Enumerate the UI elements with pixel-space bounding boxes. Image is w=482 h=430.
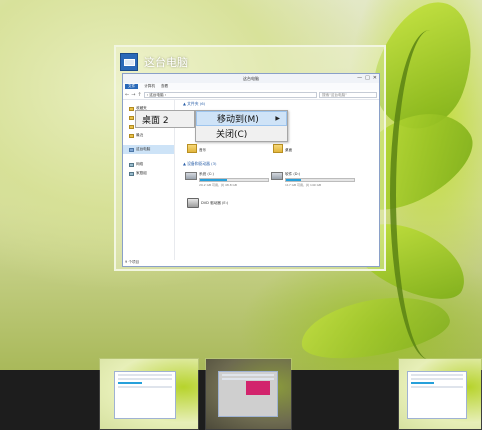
submenu-arrow-icon: ▶ xyxy=(275,115,280,122)
drive-c: 系统 (C:) 29.2 GB 可用，共 48.8 GB xyxy=(185,172,269,187)
folder-icon xyxy=(273,144,283,153)
explorer-titlebar: 这台电脑 — □ ✕ xyxy=(123,74,379,83)
drive-d-name: 软件 (D:) xyxy=(285,172,301,176)
minimize-icon: — xyxy=(357,75,363,81)
drive-c-free: 29.2 GB 可用，共 48.8 GB xyxy=(199,183,237,187)
explorer-title: 这台电脑 xyxy=(243,75,259,81)
up-arrow-icon: ↑ xyxy=(137,91,142,98)
folder-icon xyxy=(187,144,197,153)
tab-file: 文件 xyxy=(125,84,139,89)
wallpaper-stem xyxy=(390,30,470,360)
folder-icon xyxy=(129,124,134,129)
status-bar: 9 个项目 xyxy=(125,260,140,264)
drive-d-usage-bar xyxy=(285,178,355,182)
desktop-thumbnail-1[interactable] xyxy=(99,358,199,430)
computer-icon xyxy=(120,53,138,71)
nav-item-this-pc: 这台电脑 xyxy=(123,145,174,154)
desktop-2-label: 桌面 2 xyxy=(142,115,169,126)
task-switcher-window[interactable]: 这台电脑 这台电脑 — □ ✕ 文件 计算机 查看 ← → ↑ › 这台电脑 ›… xyxy=(114,45,386,271)
tab-computer: 计算机 xyxy=(144,84,155,88)
dvd-drive-label: DVD 驱动器 (E:) xyxy=(201,201,229,205)
devices-section-title: ▲ 设备和驱动器 (3) xyxy=(183,161,217,166)
context-menu: 移动到(M) ▶ 关闭(C) xyxy=(195,110,288,142)
folder-label-desktop: 桌面 xyxy=(285,148,293,152)
folders-section-title: ▲ 文件夹 (6) xyxy=(183,101,206,106)
drive-d: 软件 (D:) 117 GB 可用，共 149 GB xyxy=(271,172,355,187)
star-icon xyxy=(129,106,134,111)
desktop-thumbnail-3[interactable] xyxy=(398,358,482,430)
maximize-icon: □ xyxy=(365,75,370,81)
tab-view: 查看 xyxy=(160,84,169,88)
computer-icon xyxy=(129,147,134,152)
drive-d-free: 117 GB 可用，共 149 GB xyxy=(285,183,322,187)
drive-dvd: DVD 驱动器 (E:) xyxy=(187,198,228,208)
explorer-window-thumbnail: 这台电脑 — □ ✕ 文件 计算机 查看 ← → ↑ › 这台电脑 › 搜索"这… xyxy=(122,73,380,267)
nav-item-recent: 最近 xyxy=(123,131,174,140)
folder-icon xyxy=(129,115,134,120)
thumbnail-window xyxy=(407,371,467,419)
thumbnail-image xyxy=(246,381,270,395)
menu-item-desktop-2[interactable]: 桌面 2 xyxy=(135,110,195,128)
network-icon xyxy=(129,162,134,167)
dvd-drive-icon xyxy=(187,198,199,208)
drive-c-usage-bar xyxy=(199,178,269,182)
address-bar: › 这台电脑 › xyxy=(143,91,317,98)
thumbnail-window xyxy=(114,371,176,419)
close-icon: ✕ xyxy=(372,75,377,81)
close-label: 关闭(C) xyxy=(216,130,248,140)
homegroup-icon xyxy=(129,171,134,176)
window-buttons: — □ ✕ xyxy=(357,75,377,81)
ribbon-tabs: 文件 计算机 查看 xyxy=(123,83,379,90)
switcher-header: 这台电脑 xyxy=(120,50,188,74)
folder-label-music: 音乐 xyxy=(199,148,207,152)
move-to-label: 移动到(M) xyxy=(217,115,259,125)
switcher-window-title: 这台电脑 xyxy=(144,56,188,69)
back-arrow-icon: ← xyxy=(125,91,130,98)
drive-c-name: 系统 (C:) xyxy=(199,172,214,176)
hard-drive-icon xyxy=(185,172,197,180)
hard-drive-icon xyxy=(271,172,283,180)
address-row: ← → ↑ › 这台电脑 › 搜索"这台电脑" xyxy=(123,90,379,100)
nav-item-network: 网络 xyxy=(123,160,174,169)
search-box: 搜索"这台电脑" xyxy=(319,91,377,98)
desktop-thumbnail-2[interactable] xyxy=(205,358,292,430)
nav-item-homegroup: 家庭组 xyxy=(123,169,174,178)
menu-item-move-to[interactable]: 移动到(M) ▶ xyxy=(196,111,287,126)
menu-item-close[interactable]: 关闭(C) xyxy=(196,126,287,141)
forward-arrow-icon: → xyxy=(131,91,136,98)
folder-icon xyxy=(129,133,134,138)
